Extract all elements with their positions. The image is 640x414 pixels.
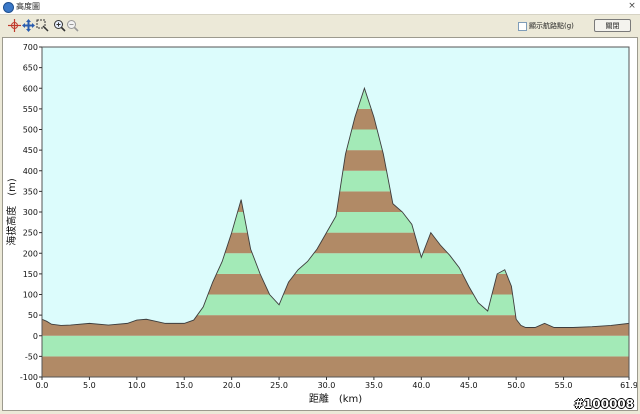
checkbox-box[interactable]	[518, 22, 527, 31]
elevation-band	[42, 335, 629, 357]
x-tick-label: 5.0	[83, 381, 96, 390]
x-tick-label: 20.0	[223, 381, 241, 390]
y-tick-label: 700	[23, 43, 38, 52]
x-tick-label: 50.0	[507, 381, 525, 390]
x-tick-label: 35.0	[365, 381, 383, 390]
zoom-in-icon[interactable]	[53, 19, 66, 32]
checkbox-label: 顯示航路點(g)	[529, 22, 574, 30]
elevation-band	[42, 356, 629, 377]
y-tick-label: 550	[23, 105, 38, 114]
x-tick-label: 61.9	[620, 381, 637, 390]
y-axis-label: 海拔高度 (m)	[5, 178, 18, 246]
pan-tool-icon[interactable]	[22, 19, 35, 32]
y-tick-label: 50	[28, 311, 38, 320]
app-icon	[3, 2, 14, 13]
close-button[interactable]: 關閉	[594, 19, 631, 32]
x-axis-label: 距離 (km)	[309, 392, 362, 405]
select-zoom-tool-icon[interactable]	[36, 19, 49, 32]
x-tick-label: 30.0	[318, 381, 336, 390]
x-tick-label: 45.0	[460, 381, 478, 390]
x-tick-label: 40.0	[412, 381, 430, 390]
y-tick-label: 450	[23, 146, 38, 155]
y-tick-label: 250	[23, 229, 38, 238]
x-tick-label: 10.0	[128, 381, 146, 390]
y-tick-label: 400	[23, 167, 38, 176]
window-close-icon[interactable]: ×	[626, 1, 638, 12]
x-tick-label: 0.0	[36, 381, 49, 390]
y-tick-label: 500	[23, 126, 38, 135]
x-tick-label: 55.0	[555, 381, 573, 390]
y-tick-label: 0	[33, 332, 38, 341]
y-tick-label: 350	[23, 187, 38, 196]
y-tick-label: 650	[23, 64, 38, 73]
x-tick-label: 25.0	[270, 381, 288, 390]
watermark: #100008	[573, 397, 634, 411]
y-tick-label: 150	[23, 270, 38, 279]
y-tick-label: 600	[23, 84, 38, 93]
window-title: 高度圖	[16, 2, 40, 11]
elevation-chart-panel: 700 650 600 550 500 450 400 350 300 250 200 150 100 5…	[2, 37, 638, 411]
x-tick-label: 15.0	[175, 381, 193, 390]
elevation-chart: 7006506005505004504003503002502001501005…	[5, 43, 638, 405]
y-tick-label: 100	[23, 291, 38, 300]
zoom-out-icon[interactable]	[66, 19, 79, 32]
y-tick-label: -50	[25, 352, 38, 361]
title-bar: 高度圖 ×	[0, 0, 640, 15]
y-tick-label: 300	[23, 208, 38, 217]
crosshair-tool-icon[interactable]	[8, 19, 21, 32]
y-tick-label: 200	[23, 249, 38, 258]
